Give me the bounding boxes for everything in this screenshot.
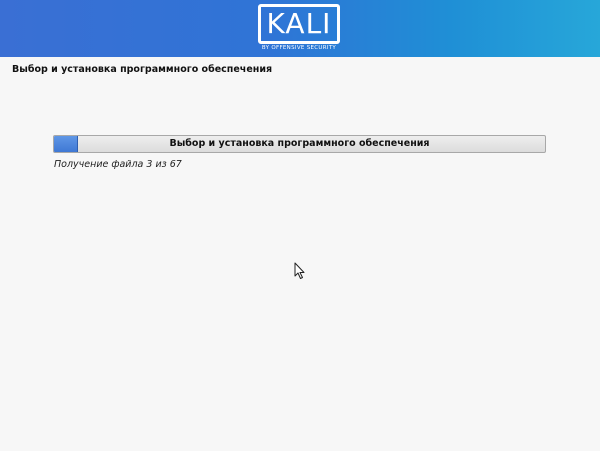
progress-label: Выбор и установка программного обеспечен… [169, 138, 430, 149]
install-progress-bar: Выбор и установка программного обеспечен… [53, 135, 546, 153]
page-title: Выбор и установка программного обеспечен… [12, 64, 273, 75]
installer-screen: KALI BY OFFENSIVE SECURITY Выбор и устан… [0, 0, 600, 451]
logo-text: KALI [266, 7, 332, 40]
kali-logo: KALI [258, 4, 340, 44]
progress-status-text: Получение файла 3 из 67 [54, 159, 182, 170]
mouse-pointer-icon [294, 262, 305, 279]
logo-subtitle: BY OFFENSIVE SECURITY [261, 45, 337, 51]
header-banner: KALI BY OFFENSIVE SECURITY [0, 0, 600, 57]
